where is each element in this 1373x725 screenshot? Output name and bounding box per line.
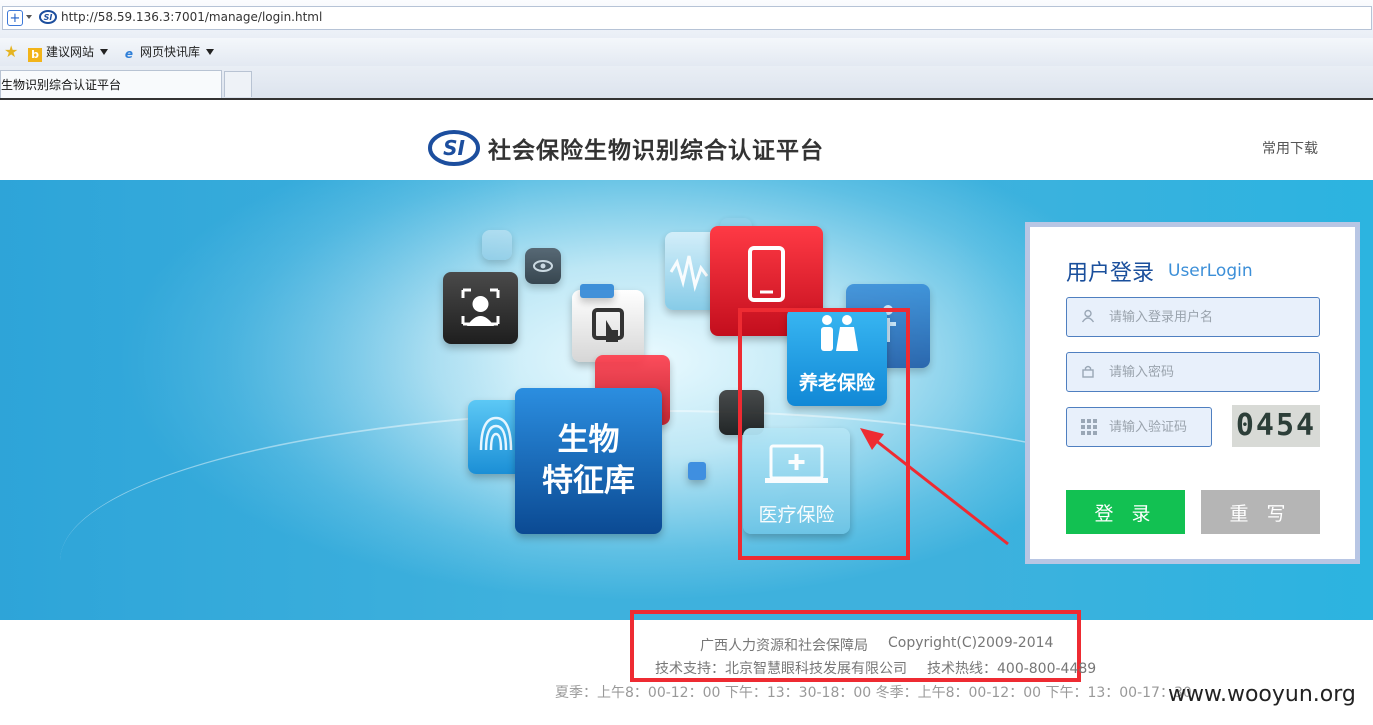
tab-current[interactable]: 生物识别综合认证平台 xyxy=(0,70,222,98)
caret-down-icon xyxy=(100,49,109,55)
watermark: www.wooyun.org xyxy=(1168,682,1356,707)
tab-bar: 生物识别综合认证平台 xyxy=(0,66,1373,100)
face-scan-icon xyxy=(461,288,500,326)
favorite-suggested-sites[interactable]: b 建议网站 xyxy=(28,42,109,62)
biometric-library-label: 生物 特征库 xyxy=(542,422,635,499)
login-title: 用户登录 xyxy=(1066,261,1155,286)
hero-banner: 生物 特征库 养老保险 医疗保险 用户登录 UserLogin 请输入登录用户名… xyxy=(0,180,1373,620)
login-subtitle: UserLogin xyxy=(1168,261,1253,281)
site-favicon-icon: SI xyxy=(39,10,57,24)
new-tab-button[interactable] xyxy=(224,71,252,97)
grid-icon xyxy=(1081,419,1097,439)
username-input[interactable] xyxy=(1109,306,1309,328)
captcha-input[interactable] xyxy=(1109,416,1209,438)
ie-icon: e xyxy=(124,47,134,61)
site-title: 社会保险生物识别综合认证平台 xyxy=(488,138,824,164)
address-field[interactable]: + SI http://58.59.136.3:7001/manage/logi… xyxy=(2,6,1372,30)
favorites-bar: ★ b 建议网站 e 网页快讯库 xyxy=(0,38,1373,66)
small-blue-tile xyxy=(580,284,614,298)
url-text[interactable]: http://58.59.136.3:7001/manage/login.htm… xyxy=(61,10,322,24)
eye-icon xyxy=(533,260,553,272)
favorite-web-slices[interactable]: e 网页快讯库 xyxy=(122,42,215,62)
captcha-image[interactable]: 0454 xyxy=(1232,405,1320,447)
footer-support: 技术支持：北京智慧眼科技发展有限公司 xyxy=(655,661,907,677)
cloud-tile xyxy=(482,230,512,260)
si-logo: SI xyxy=(428,130,480,166)
biometric-library-tile: 生物 特征库 xyxy=(515,388,662,534)
eye-scan-tile xyxy=(525,248,561,284)
user-icon xyxy=(1081,309,1095,327)
caret-down-icon xyxy=(206,49,215,55)
tab-title: 生物识别综合认证平台 xyxy=(1,78,122,92)
reset-button[interactable]: 重 写 xyxy=(1201,490,1320,534)
footer-org: 广西人力资源和社会保障局 xyxy=(700,638,868,654)
downloads-link[interactable]: 常用下载 xyxy=(1262,138,1318,158)
footer-hotline: 技术热线：400-800-4489 xyxy=(927,661,1097,677)
red-arrow-icon xyxy=(860,428,1009,546)
hand-touch-icon xyxy=(592,308,624,342)
compat-view-icon[interactable]: + xyxy=(7,10,23,26)
tiny-tile xyxy=(688,462,706,480)
favorites-star-icon[interactable]: ★ xyxy=(4,42,18,61)
touch-tile xyxy=(572,290,644,362)
username-field[interactable] xyxy=(1066,297,1320,337)
address-bar: + SI http://58.59.136.3:7001/manage/logi… xyxy=(0,0,1373,39)
password-input[interactable] xyxy=(1109,361,1309,383)
login-button[interactable]: 登 录 xyxy=(1066,490,1185,534)
password-field[interactable] xyxy=(1066,352,1320,392)
captcha-field[interactable] xyxy=(1066,407,1212,447)
chevron-down-icon[interactable] xyxy=(26,15,32,19)
lock-icon xyxy=(1081,364,1095,382)
bing-icon: b xyxy=(28,48,42,62)
login-panel: 用户登录 UserLogin 0454 登 录 重 写 xyxy=(1025,222,1360,564)
footer-hours: 夏季：上午8：00-12：00 下午：13：30-18：00 冬季：上午8：00… xyxy=(555,685,1192,701)
logo-text: SI xyxy=(443,136,465,160)
footer-copyright: Copyright(C)2009-2014 xyxy=(888,635,1054,651)
face-recognition-tile xyxy=(443,272,518,344)
